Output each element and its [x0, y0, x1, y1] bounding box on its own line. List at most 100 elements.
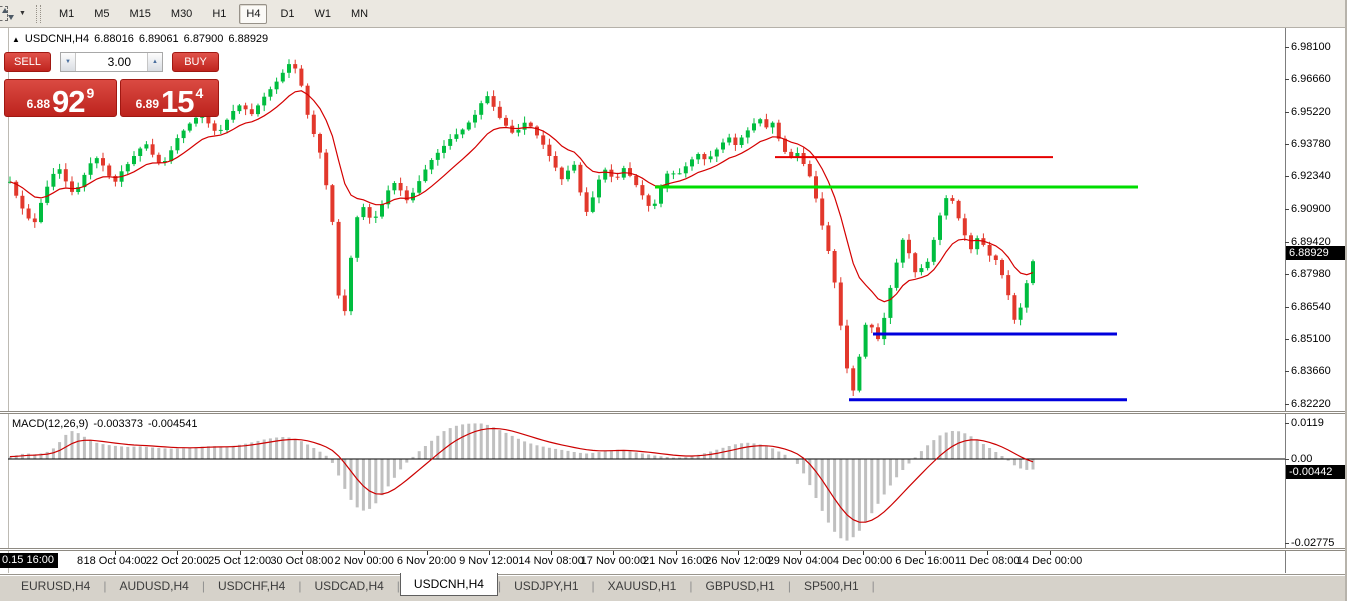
time-axis-label: 9 Nov 12:00: [459, 555, 518, 567]
price-axis-tick: [1285, 339, 1289, 340]
time-axis-partial-label: 8: [77, 555, 83, 567]
timeframe-button-W1[interactable]: W1: [308, 4, 339, 24]
price-axis-tick: [1285, 79, 1289, 80]
timeframe-button-M1[interactable]: M1: [52, 4, 81, 24]
bottom-strip: [0, 597, 1345, 601]
macd-axis-tick: [1285, 459, 1289, 460]
price-axis-label: 6.92340: [1291, 170, 1331, 182]
tab-USDCAD-H4[interactable]: USDCAD,H4: [301, 576, 396, 596]
time-axis-label: 22 Oct 20:00: [146, 555, 209, 567]
macd-indicator-pane[interactable]: [8, 414, 1285, 548]
timeframe-toolbar: M1 M5 M15 M30 H1 H4 D1 W1MN: [49, 4, 378, 24]
volume-decrease-button[interactable]: ▼: [61, 53, 76, 71]
toolbar-grip-handle[interactable]: [36, 5, 41, 23]
timeframe-button-M15[interactable]: M15: [123, 4, 158, 24]
one-click-trading-panel: SELL ▼ ▲ BUY 6.88 92 9 6.89 15 4: [4, 52, 219, 117]
price-axis-label: 6.85100: [1291, 333, 1331, 345]
tab-USDCHF-H4[interactable]: USDCHF,H4: [205, 576, 298, 596]
macd-value: -0.003373: [93, 418, 143, 430]
chart-title: ▲ USDCNH,H4 6.88016 6.89061 6.87900 6.88…: [12, 33, 268, 46]
tab-USDJPY-H1[interactable]: USDJPY,H1: [501, 576, 591, 596]
chart-corner-icon: ▲: [12, 33, 20, 46]
time-axis-highlighted-label: 0.15 16:00: [0, 553, 58, 568]
ohlc-open: 6.88016: [94, 33, 134, 46]
time-axis-label: 4 Dec 00:00: [833, 555, 892, 567]
timeframe-button-H4[interactable]: H4: [239, 4, 267, 24]
time-axis-label: 2 Nov 00:00: [335, 555, 394, 567]
price-axis-tick: [1285, 371, 1289, 372]
price-axis-tick: [1285, 144, 1289, 145]
price-axis-tick: [1285, 274, 1289, 275]
price-axis-tick: [1285, 176, 1289, 177]
macd-indicator-label: MACD(12,26,9) -0.003373 -0.004541: [12, 418, 198, 430]
timeframe-button-D1[interactable]: D1: [273, 4, 301, 24]
price-axis-label: 6.82220: [1291, 398, 1331, 410]
sell-price-display[interactable]: 6.88 92 9: [4, 79, 117, 117]
sell-price-base: 6.88: [27, 97, 50, 111]
macd-current-value-box: -0.00442: [1286, 465, 1347, 479]
timeframe-button-H1[interactable]: H1: [205, 4, 233, 24]
tab-XAUUSD-H1[interactable]: XAUUSD,H1: [595, 576, 690, 596]
macd-axis-label: 0.00: [1291, 453, 1312, 465]
sell-price-pips: 92: [52, 87, 84, 116]
macd-axis-tick: [1285, 423, 1289, 424]
timeframe-button-MN[interactable]: MN: [344, 4, 375, 24]
time-axis-label: 14 Nov 08:00: [518, 555, 583, 567]
mt4-window: ▼ M1M5M15M30H1H4D1W1MN ▲ USDCNH,H4 6.880…: [0, 0, 1347, 601]
price-axis-label: 6.96660: [1291, 73, 1331, 85]
tab-EURUSD-H4[interactable]: EURUSD,H4: [8, 576, 103, 596]
macd-signal-value: -0.004541: [148, 418, 198, 430]
toolbar: ▼ M1 M5 M15 M30 H1 H4 D1 W1MN: [0, 0, 1345, 28]
buy-price-pips: 15: [161, 87, 193, 116]
time-axis-label: 6 Dec 16:00: [895, 555, 954, 567]
sell-button[interactable]: SELL: [4, 52, 51, 72]
macd-axis-label: 0.0119: [1291, 417, 1324, 429]
time-axis-label: 25 Oct 12:00: [208, 555, 271, 567]
tab-SP500-H1[interactable]: SP500,H1: [791, 576, 872, 596]
tab-GBPUSD-H1[interactable]: GBPUSD,H1: [692, 576, 787, 596]
chart-tabs-bar: EURUSD,H4|AUDUSD,H4|USDCHF,H4|USDCAD,H4|…: [0, 574, 1345, 597]
time-axis-label: 17 Nov 00:00: [581, 555, 646, 567]
price-axis-label: 6.90900: [1291, 203, 1331, 215]
buy-price-base: 6.89: [136, 97, 159, 111]
price-axis-border: [1285, 28, 1286, 573]
price-axis-tick: [1285, 404, 1289, 405]
timeframe-button-M5[interactable]: M5: [87, 4, 116, 24]
sell-price-point: 9: [87, 85, 95, 101]
time-axis-label: 14 Dec 00:00: [1017, 555, 1082, 567]
ohlc-high: 6.89061: [139, 33, 179, 46]
time-axis-label: 26 Nov 12:00: [705, 555, 770, 567]
tab-USDCNH-H4[interactable]: USDCNH,H4: [400, 573, 498, 596]
time-axis-label: 11 Dec 08:00: [955, 555, 1020, 567]
macd-axis-tick: [1285, 543, 1289, 544]
price-axis-label: 6.95220: [1291, 106, 1331, 118]
ohlc-close: 6.88929: [228, 33, 268, 46]
time-axis-label: 29 Nov 04:00: [768, 555, 833, 567]
toolbar-dropdown-caret-icon[interactable]: ▼: [19, 10, 26, 17]
price-axis-label: 6.87980: [1291, 268, 1331, 280]
tab-AUDUSD-H4[interactable]: AUDUSD,H4: [106, 576, 201, 596]
price-axis-tick: [1285, 307, 1289, 308]
chart-symbol-period: USDCNH,H4: [25, 33, 89, 46]
volume-stepper: ▼ ▲: [60, 52, 163, 72]
buy-price-display[interactable]: 6.89 15 4: [120, 79, 219, 117]
price-axis-label: 6.98100: [1291, 41, 1331, 53]
macd-name: MACD(12,26,9): [12, 418, 88, 430]
time-axis-label: 30 Oct 08:00: [270, 555, 333, 567]
current-price-box: 6.88929: [1286, 246, 1347, 260]
tab-separator: |: [872, 579, 875, 593]
macd-axis-label: -0.02775: [1291, 537, 1334, 549]
timeframe-button-M30[interactable]: M30: [164, 4, 199, 24]
price-axis-label: 6.93780: [1291, 138, 1331, 150]
time-axis[interactable]: 0.15 16:00 8 18 Oct 04:0022 Oct 20:0025 …: [0, 551, 1285, 572]
price-axis-label: 6.86540: [1291, 301, 1331, 313]
ohlc-low: 6.87900: [184, 33, 224, 46]
buy-button[interactable]: BUY: [172, 52, 219, 72]
pane-splitter-upper[interactable]: [0, 411, 1345, 414]
price-axis-tick: [1285, 242, 1289, 243]
price-axis-tick: [1285, 47, 1289, 48]
volume-increase-button[interactable]: ▲: [147, 53, 162, 71]
volume-input[interactable]: [76, 53, 147, 71]
time-axis-label: 18 Oct 04:00: [84, 555, 147, 567]
cycle-charts-icon[interactable]: [0, 6, 16, 22]
